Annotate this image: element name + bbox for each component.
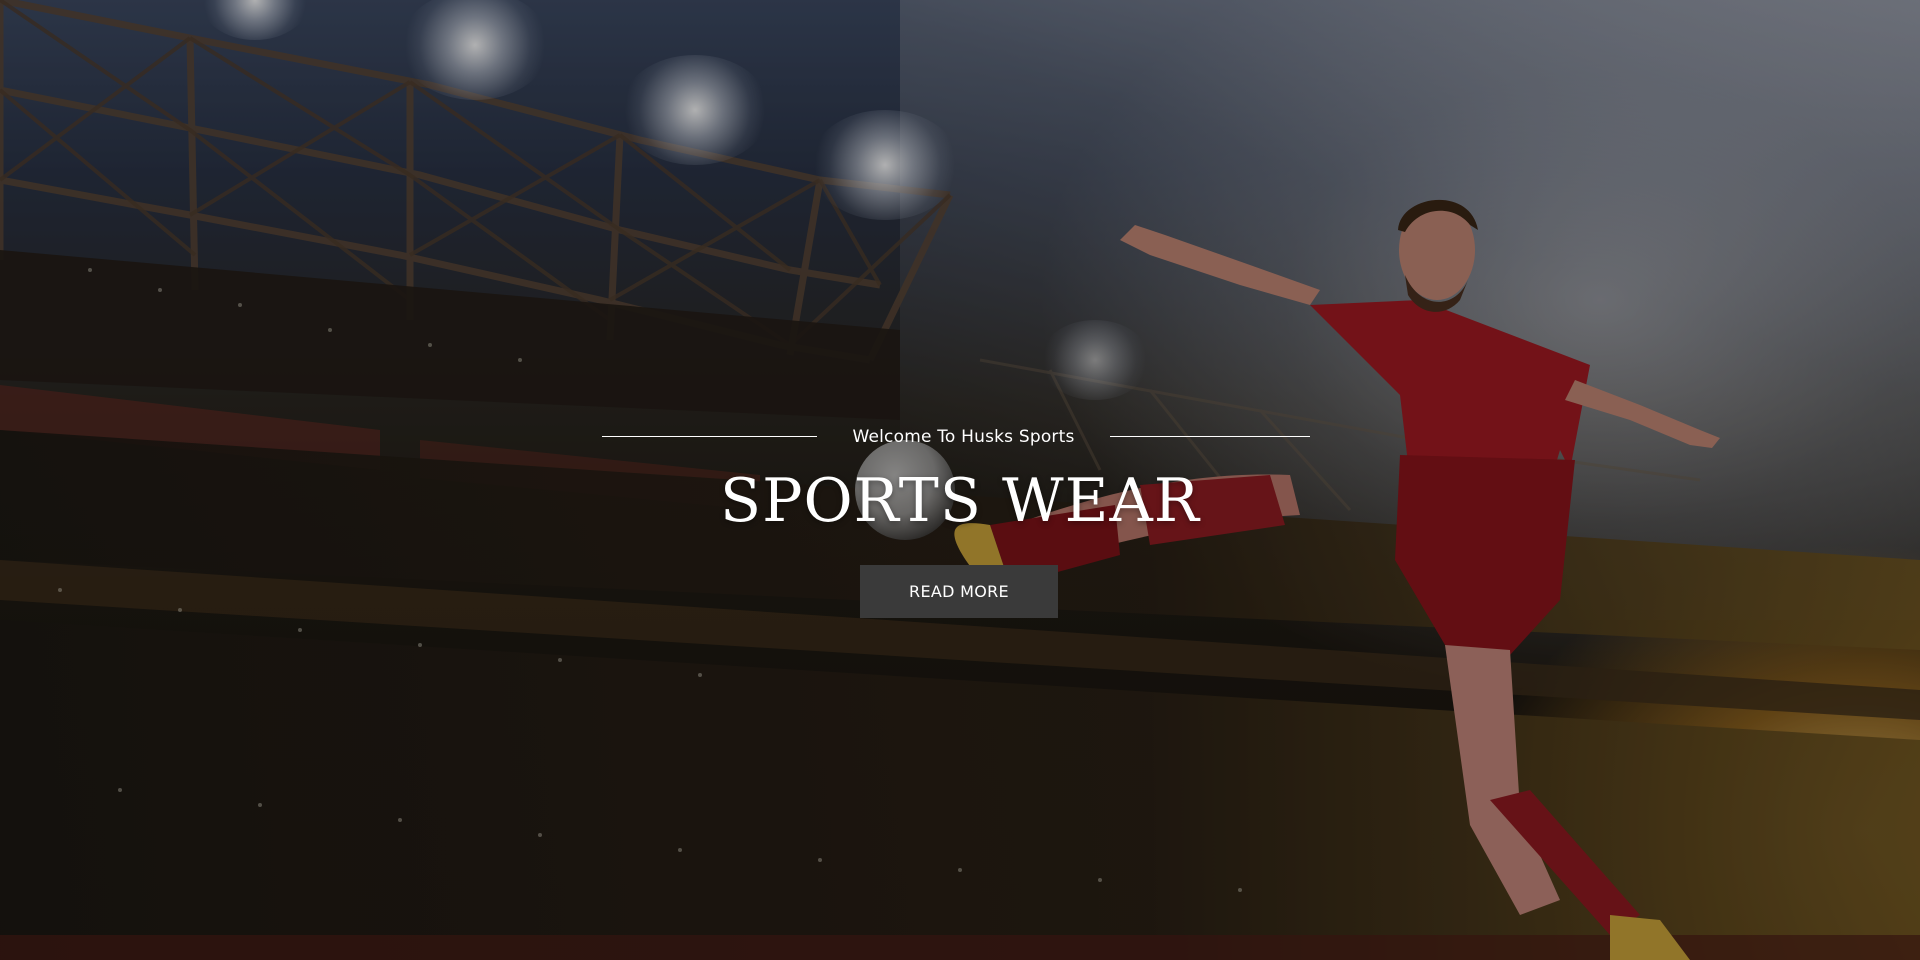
hero-title: SPORTS WEAR (720, 466, 1200, 536)
welcome-row: Welcome To Husks Sports (602, 425, 1310, 449)
hero-section: Welcome To Husks Sports SPORTS WEAR READ… (0, 0, 1920, 960)
hero-content: Welcome To Husks Sports SPORTS WEAR READ… (0, 0, 1920, 960)
welcome-text: Welcome To Husks Sports (852, 427, 1075, 447)
divider-line-left (602, 436, 817, 437)
divider-line-right (1110, 436, 1310, 437)
read-more-button[interactable]: READ MORE (860, 565, 1058, 618)
